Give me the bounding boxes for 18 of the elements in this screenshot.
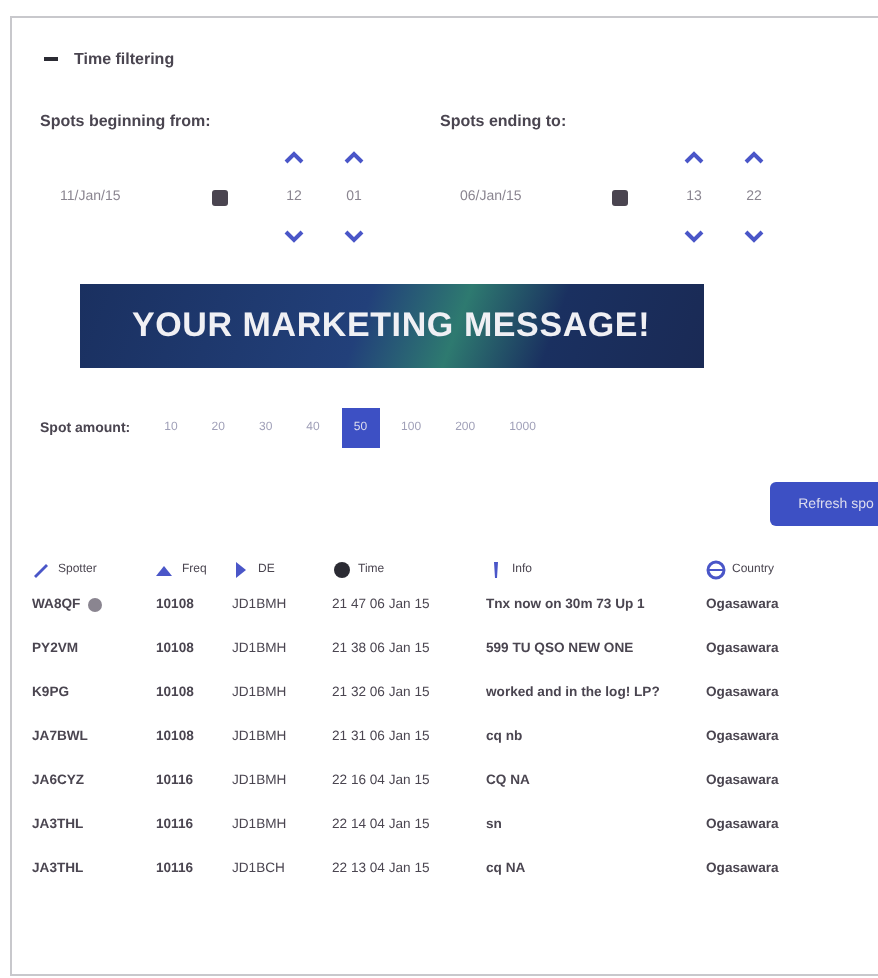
pencil-icon xyxy=(32,560,52,580)
chevron-up-icon[interactable] xyxy=(284,150,304,166)
chevron-up-icon[interactable] xyxy=(684,150,704,166)
banner-text: YOUR MARKETING MESSAGE! xyxy=(131,306,651,346)
chevron-up-icon[interactable] xyxy=(344,150,364,166)
panel-title: Time filtering xyxy=(74,50,175,68)
banner-ad[interactable]: YOUR MARKETING MESSAGE! xyxy=(79,284,703,368)
chevron-up-icon[interactable] xyxy=(744,150,764,166)
calendar-icon[interactable] xyxy=(612,189,628,205)
field-label: Spots beginning from: xyxy=(40,112,213,130)
minus-icon[interactable] xyxy=(44,52,58,66)
calendar-icon[interactable] xyxy=(212,189,228,205)
chevron-down-icon[interactable] xyxy=(284,228,304,244)
chevron-down-icon[interactable] xyxy=(344,228,364,244)
chevron-down-icon[interactable] xyxy=(684,228,704,244)
field-label: Spots ending to: xyxy=(440,112,569,130)
chevron-down-icon[interactable] xyxy=(744,228,764,244)
globe-icon xyxy=(706,560,726,580)
